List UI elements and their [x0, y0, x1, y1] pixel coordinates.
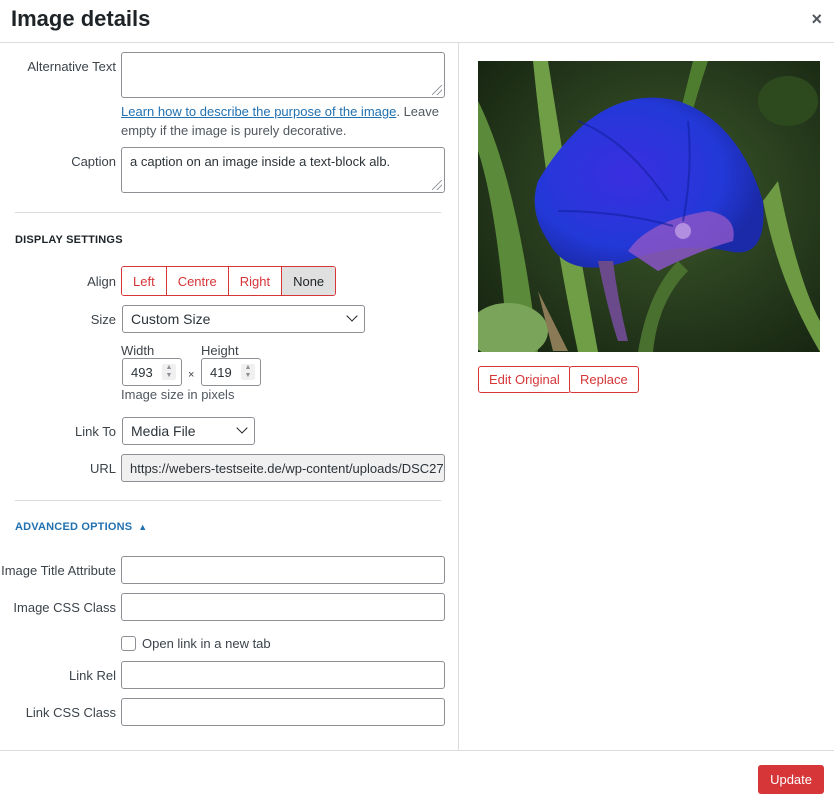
alt-text-label: Alternative Text — [27, 59, 116, 74]
alt-text-help: Learn how to describe the purpose of the… — [121, 102, 441, 140]
caption-label: Caption — [71, 154, 116, 169]
link-css-input[interactable] — [121, 698, 445, 726]
align-label: Align — [87, 274, 116, 289]
close-icon[interactable]: × — [811, 10, 822, 28]
link-to-value: Media File — [131, 423, 196, 439]
align-centre-button[interactable]: Centre — [166, 267, 229, 295]
size-select[interactable]: Custom Size — [122, 305, 365, 333]
advanced-options-toggle[interactable]: ADVANCED OPTIONS ▲ — [15, 521, 147, 533]
display-settings-heading: DISPLAY SETTINGS — [15, 234, 123, 246]
stepper-icon[interactable]: ▲ ▼ — [241, 364, 255, 380]
caption-value: a caption on an image inside a text-bloc… — [130, 154, 391, 169]
height-input[interactable]: 419 ▲ ▼ — [201, 358, 261, 386]
align-left-button[interactable]: Left — [122, 267, 167, 295]
divider — [15, 212, 441, 213]
chevron-down-icon — [236, 422, 248, 434]
size-label: Size — [90, 312, 116, 327]
stepper-icon[interactable]: ▲ ▼ — [162, 364, 176, 380]
chevron-down-icon — [346, 310, 358, 322]
describe-image-link[interactable]: Learn how to describe the purpose of the… — [121, 104, 396, 119]
modal-title: Image details — [11, 6, 151, 31]
image-title-input[interactable] — [121, 556, 445, 584]
align-none-button[interactable]: None — [282, 267, 336, 295]
preview-panel: Edit Original Replace — [460, 43, 834, 750]
replace-button[interactable]: Replace — [569, 366, 639, 393]
triangle-up-icon: ▲ — [138, 522, 148, 532]
link-css-label: Link CSS Class — [25, 705, 116, 720]
width-value: 493 — [131, 365, 153, 380]
modal-footer: Update — [0, 750, 834, 800]
align-button-group: Left Centre Right None — [121, 266, 337, 296]
image-css-input[interactable] — [121, 593, 445, 621]
resize-grip-icon[interactable] — [432, 85, 442, 95]
width-label: Width — [121, 343, 155, 358]
alt-text-field[interactable] — [121, 52, 445, 98]
width-input[interactable]: 493 ▲ ▼ — [122, 358, 182, 386]
link-rel-label: Link Rel — [69, 668, 116, 683]
settings-panel: Alternative Text Learn how to describe t… — [0, 43, 459, 750]
image-size-help: Image size in pixels — [121, 387, 235, 402]
new-tab-checkbox[interactable] — [121, 636, 136, 651]
link-to-select[interactable]: Media File — [122, 417, 255, 445]
image-preview — [478, 61, 820, 352]
update-button[interactable]: Update — [758, 765, 824, 794]
flower-image — [478, 61, 820, 352]
url-label: URL — [89, 461, 116, 476]
edit-original-button[interactable]: Edit Original — [478, 366, 571, 393]
size-value: Custom Size — [131, 311, 211, 327]
new-tab-label[interactable]: Open link in a new tab — [142, 636, 271, 651]
times-sign: × — [188, 369, 195, 381]
divider — [15, 500, 441, 501]
caption-field[interactable]: a caption on an image inside a text-bloc… — [121, 147, 445, 193]
image-css-label: Image CSS Class — [13, 600, 116, 615]
link-rel-input[interactable] — [121, 661, 445, 689]
modal-header: Image details × — [0, 0, 834, 43]
link-to-label: Link To — [75, 424, 116, 439]
height-value: 419 — [210, 365, 232, 380]
advanced-options-heading: ADVANCED OPTIONS — [15, 521, 133, 533]
url-field[interactable]: https://webers-testseite.de/wp-content/u… — [121, 454, 445, 482]
resize-grip-icon[interactable] — [432, 180, 442, 190]
image-title-label: Image Title Attribute — [1, 563, 116, 578]
height-label: Height — [201, 343, 239, 358]
align-right-button[interactable]: Right — [228, 267, 283, 295]
